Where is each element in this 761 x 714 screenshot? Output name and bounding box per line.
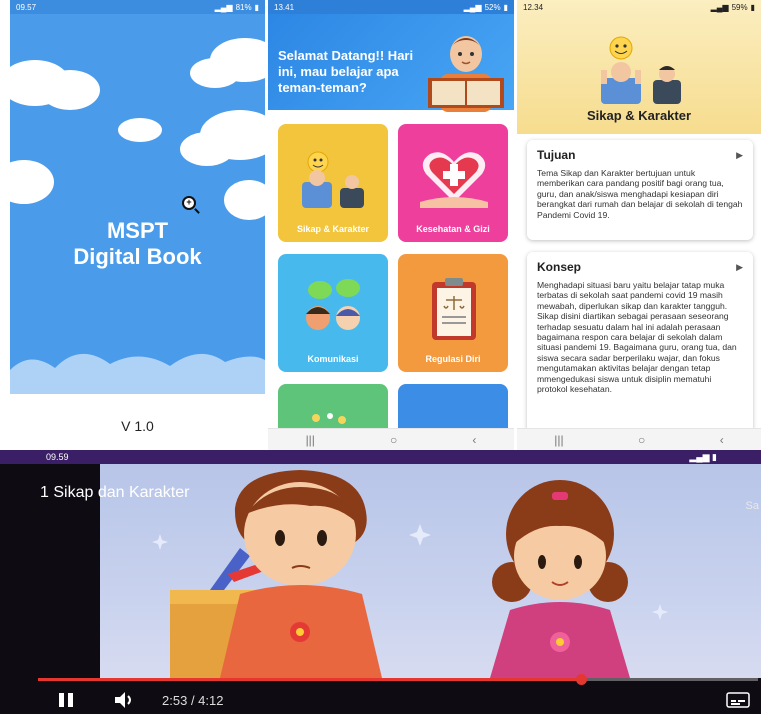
back-button-icon[interactable]: ‹: [472, 433, 476, 447]
card-label: Komunikasi: [307, 354, 359, 364]
back-button-icon[interactable]: ‹: [720, 433, 724, 447]
battery-level: 81%: [235, 2, 252, 12]
sikap-karakter-illustration: [601, 36, 681, 104]
time-display: 2:53 / 4:12: [162, 693, 223, 708]
menu-card-regulasi-diri[interactable]: Regulasi Diri: [398, 254, 508, 372]
info-card-body: Menghadapi situasi baru yaitu belajar ta…: [537, 280, 737, 395]
seek-bar[interactable]: [38, 674, 758, 685]
info-card-konsep[interactable]: Konsep ▶ Menghadapi situasi baru yaitu b…: [527, 252, 753, 438]
status-bar: 09.57 ▂▄▆ 81% ▮: [10, 0, 265, 14]
status-indicators: ▂▄▆ 81% ▮: [215, 3, 259, 12]
battery-icon: ▮: [254, 2, 259, 12]
signal-icon: ▂▄▆: [463, 2, 482, 12]
splash-screen: 09.57 ▂▄▆ 81% ▮ + MSPT Digital Book V 1.…: [10, 0, 265, 450]
menu-card-kesehatan-gizi[interactable]: Kesehatan & Gizi: [398, 124, 508, 242]
battery-level: 52%: [484, 2, 501, 12]
zoom-cursor-icon: +: [182, 196, 196, 210]
android-nav-bar: ||| ○ ‹: [268, 428, 514, 450]
video-title-right: Sa: [745, 500, 759, 512]
home-button-icon[interactable]: ○: [638, 433, 645, 447]
card-label: Regulasi Diri: [425, 354, 481, 364]
reading-boy-illustration: [428, 36, 504, 112]
greeting-text: Selamat Datang!! Hari ini, mau belajar a…: [278, 48, 414, 95]
video-player[interactable]: 09.59 ▂▄▆ ▮ 1 Sikap dan Karakter Sa 2:53…: [0, 450, 761, 714]
battery-icon: ▮: [503, 2, 508, 12]
info-card-header: Konsep ▶: [537, 260, 743, 274]
status-time: 12.34: [523, 2, 544, 12]
communication-icon: [306, 279, 360, 330]
play-arrow-icon[interactable]: ▶: [736, 150, 743, 161]
cloud-wave-decoration: [10, 353, 265, 400]
menu-card-sikap-karakter[interactable]: Sikap & Karakter: [278, 124, 388, 242]
sikap-karakter-icon: [302, 151, 364, 208]
android-nav-bar: ||| ○ ‹: [517, 428, 761, 450]
battery-icon: ▮: [750, 2, 755, 12]
home-screen: 13.41 ▂▄▆ 52% ▮ Selamat Datang!! Hari in…: [268, 0, 514, 450]
video-title: 1 Sikap dan Karakter: [40, 484, 190, 501]
app-title-line1: MSPT: [106, 218, 169, 243]
page-title: Sikap & Karakter: [586, 108, 692, 123]
clipboard-icon: [432, 278, 476, 340]
volume-button[interactable]: [112, 689, 136, 714]
volume-icon: [115, 692, 131, 708]
status-indicators: ▂▄▆ ▮: [689, 451, 717, 462]
status-time: 09.59: [46, 452, 69, 462]
flower-decoration-icon: [312, 413, 346, 424]
recent-apps-icon[interactable]: |||: [306, 433, 315, 447]
status-time: 09.57: [16, 2, 37, 12]
home-button-icon[interactable]: ○: [390, 433, 397, 447]
seek-bar-handle[interactable]: [575, 674, 587, 685]
info-card-tujuan[interactable]: Tujuan ▶ Tema Sikap dan Karakter bertuju…: [527, 140, 753, 240]
pause-icon: [59, 693, 73, 707]
current-time: 2:53: [162, 693, 188, 708]
battery-level: 59%: [731, 2, 748, 12]
duration: 4:12: [198, 693, 224, 708]
card-label: Sikap & Karakter: [296, 224, 370, 234]
status-indicators: ▂▄▆ 52% ▮: [464, 3, 508, 12]
signal-icon: ▂▄▆: [710, 2, 729, 12]
menu-card-komunikasi[interactable]: Komunikasi: [278, 254, 388, 372]
info-card-body: Tema Sikap dan Karakter bertujuan untuk …: [537, 168, 743, 220]
signal-icon: ▂▄▆: [214, 2, 233, 12]
health-heart-icon: [420, 152, 488, 208]
status-bar: 09.59 ▂▄▆ ▮: [0, 450, 761, 464]
captions-icon: [726, 692, 750, 708]
status-time: 13.41: [274, 2, 295, 12]
cartoon-scene-illustration: [152, 470, 668, 678]
info-card-heading: Tujuan: [537, 148, 576, 162]
version-label: V 1.0: [121, 418, 154, 434]
app-title-line2: Digital Book: [73, 244, 202, 269]
status-indicators: ▂▄▆ 59% ▮: [711, 3, 755, 12]
recent-apps-icon[interactable]: |||: [554, 433, 563, 447]
status-bar: 12.34 ▂▄▆ 59% ▮: [517, 0, 761, 14]
info-card-header: Tujuan ▶: [537, 148, 743, 162]
seek-bar-played: [38, 678, 581, 681]
pause-button[interactable]: [56, 690, 76, 714]
captions-button[interactable]: [726, 692, 750, 713]
video-frame: [100, 464, 761, 678]
detail-screen: 12.34 ▂▄▆ 59% ▮ Sikap & Karakter Tujuan …: [517, 0, 761, 450]
info-card-heading: Konsep: [537, 260, 582, 274]
card-label: Kesehatan & Gizi: [416, 224, 490, 234]
video-controls: 2:53 / 4:12: [0, 686, 761, 714]
status-bar: 13.41 ▂▄▆ 52% ▮: [268, 0, 514, 14]
play-arrow-icon[interactable]: ▶: [736, 262, 743, 273]
